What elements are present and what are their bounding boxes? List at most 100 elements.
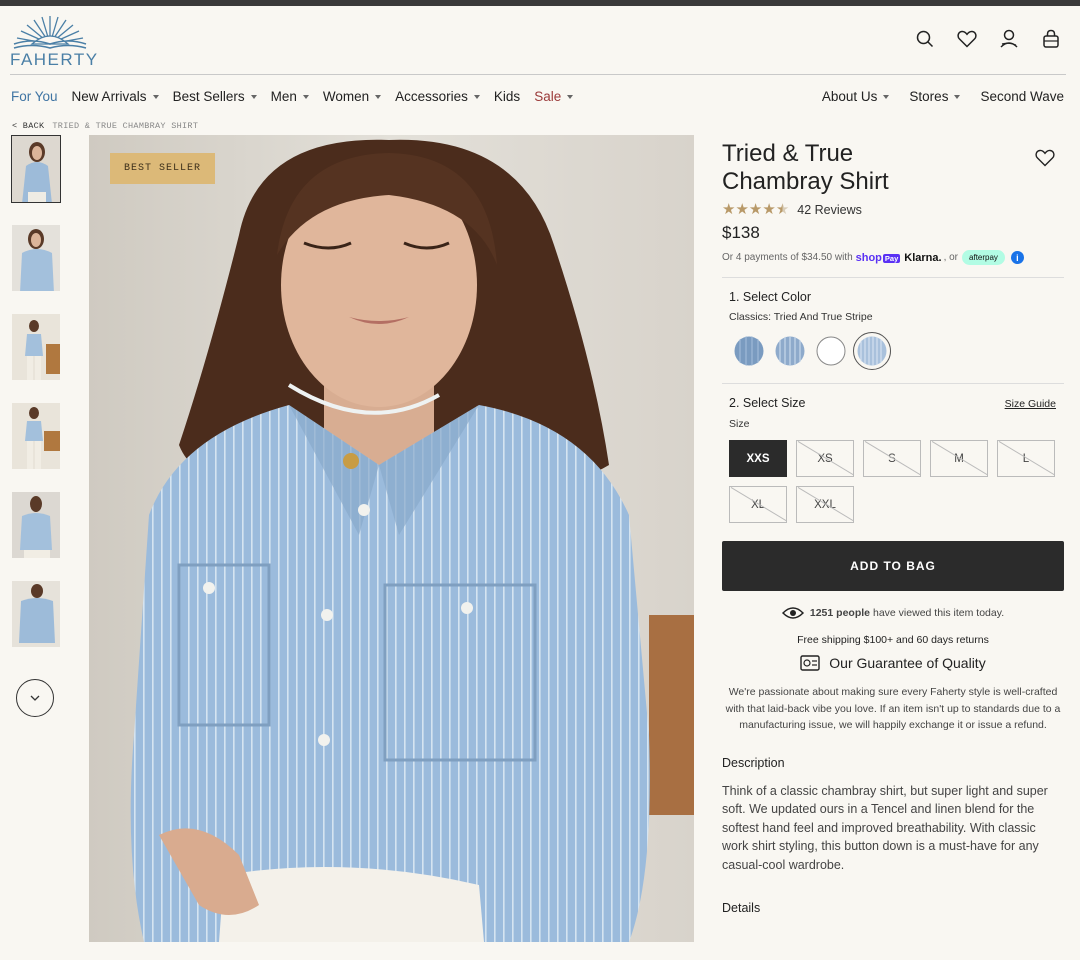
selected-color-name: Classics: Tried And True Stripe <box>729 311 873 323</box>
nav-item-accessories[interactable]: Accessories <box>395 89 480 104</box>
chevron-down-icon <box>473 94 480 99</box>
thumbnail-scroll-down-button[interactable] <box>16 679 54 717</box>
size-options: XXS XS S M L XL XXL <box>729 440 1069 532</box>
shop-pay-badge: Pay <box>882 253 901 263</box>
best-seller-badge: BEST SELLER <box>110 153 216 184</box>
chevron-down-icon <box>883 94 890 99</box>
nav-label: Second Wave <box>980 89 1064 104</box>
color-swatch-1[interactable] <box>734 336 764 366</box>
chevron-down-icon <box>302 94 309 99</box>
guarantee-heading: Our Guarantee of Quality <box>722 654 1064 672</box>
size-option-xxl[interactable]: XXL <box>796 486 854 523</box>
description-heading: Description <box>722 755 785 770</box>
star-icon: ★ <box>762 201 776 218</box>
payments-or: , or <box>943 252 959 263</box>
nav-label: Best Sellers <box>172 89 245 104</box>
size-option-xs[interactable]: XS <box>796 440 854 477</box>
nav-item-women[interactable]: Women <box>322 89 382 104</box>
product-price: $138 <box>722 223 760 242</box>
color-swatch-3[interactable] <box>816 336 846 366</box>
nav-item-kids[interactable]: Kids <box>494 89 520 104</box>
rating-stars: ★ ★ ★ ★ ★ <box>722 202 789 217</box>
color-swatch-2[interactable] <box>775 336 805 366</box>
nav-label: Accessories <box>395 89 468 104</box>
thumbnail-6[interactable] <box>11 580 61 648</box>
details-heading[interactable]: Details <box>722 901 1064 915</box>
nav-item-sale[interactable]: Sale <box>534 89 574 104</box>
header-divider <box>10 74 1066 75</box>
nav-item-about-us[interactable]: About Us <box>822 89 890 104</box>
favorite-heart-icon[interactable] <box>1035 149 1055 172</box>
size-option-xxs[interactable]: XXS <box>729 440 787 477</box>
chevron-down-icon <box>375 94 382 99</box>
main-product-image[interactable]: BEST SELLER <box>89 135 694 942</box>
quality-badge-icon <box>800 655 820 671</box>
browser-top-bar <box>0 0 1080 6</box>
add-to-bag-button[interactable]: ADD TO BAG <box>722 541 1064 591</box>
thumbnail-3[interactable] <box>11 313 61 381</box>
chevron-down-icon <box>30 695 40 701</box>
nav-item-for-you[interactable]: For You <box>11 89 58 104</box>
chevron-down-icon <box>567 94 574 99</box>
nav-item-stores[interactable]: Stores <box>909 89 961 104</box>
chevron-down-icon <box>954 94 961 99</box>
nav-label: Women <box>322 89 370 104</box>
review-count[interactable]: 42 Reviews <box>797 203 862 217</box>
thumbnail-1[interactable] <box>11 135 61 203</box>
nav-item-second-wave[interactable]: Second Wave <box>980 89 1064 104</box>
select-color-label: 1. Select Color <box>729 290 811 304</box>
account-icon[interactable] <box>998 28 1020 50</box>
size-guide-link[interactable]: Size Guide <box>1005 398 1056 410</box>
nav-item-best-sellers[interactable]: Best Sellers <box>173 89 257 104</box>
divider <box>722 383 1064 384</box>
klarna-logo: Klarna. <box>904 251 942 264</box>
nav-label: Men <box>270 89 297 104</box>
back-link[interactable]: < BACK <box>12 121 44 131</box>
eye-icon <box>781 607 804 619</box>
thumbnail-4[interactable] <box>11 402 61 470</box>
main-nav-right: About Us Stores Second Wave <box>802 89 1064 104</box>
nav-label: About Us <box>821 89 878 104</box>
shipping-info: Free shipping $100+ and 60 days returns <box>797 634 989 646</box>
star-icon: ★ <box>735 201 749 218</box>
size-option-m[interactable]: M <box>930 440 988 477</box>
product-info-panel: Tried & True Chambray Shirt ★ ★ ★ ★ ★ 42… <box>722 140 1064 915</box>
nav-item-men[interactable]: Men <box>271 89 309 104</box>
size-option-s[interactable]: S <box>863 440 921 477</box>
size-sublabel: Size <box>729 418 750 430</box>
thumbnail-5[interactable] <box>11 491 61 559</box>
size-option-l[interactable]: L <box>997 440 1055 477</box>
installment-payments: Or 4 payments of $34.50 with shop Pay Kla… <box>722 250 1064 265</box>
sun-logo-icon <box>13 16 87 49</box>
size-header: 2. Select Size Size Guide <box>722 396 1064 410</box>
guarantee-title: Our Guarantee of Quality <box>829 655 986 671</box>
info-icon[interactable]: i <box>1010 251 1024 264</box>
viewed-count: 1251 people <box>809 607 870 619</box>
thumbnail-2[interactable] <box>11 224 61 292</box>
viewed-text: have viewed this item today. <box>873 607 1005 619</box>
header-icons <box>914 28 1062 50</box>
nav-label: For You <box>11 89 58 104</box>
main-nav-left: For You New Arrivals Best Sellers Men Wo… <box>11 89 587 104</box>
select-size-label: 2. Select Size <box>729 396 806 410</box>
size-option-xl[interactable]: XL <box>729 486 787 523</box>
wishlist-heart-icon[interactable] <box>956 28 978 50</box>
breadcrumb: < BACK TRIED & TRUE CHAMBRAY SHIRT <box>12 121 198 131</box>
nav-item-new-arrivals[interactable]: New Arrivals <box>72 89 159 104</box>
shop-pay-text: shop <box>855 251 882 264</box>
viewed-notice: 1251 people have viewed this item today. <box>722 606 1064 620</box>
thumbnail-list <box>11 135 63 669</box>
bag-icon[interactable] <box>1040 28 1062 50</box>
product-photo <box>89 135 694 942</box>
half-star-icon: ★ <box>775 201 790 218</box>
faherty-logo[interactable]: FAHERTY <box>10 14 97 69</box>
product-title: Tried & True Chambray Shirt <box>722 140 889 195</box>
product-rating[interactable]: ★ ★ ★ ★ ★ 42 Reviews <box>722 202 1064 217</box>
guarantee-text: We're passionate about making sure every… <box>725 686 1061 731</box>
search-icon[interactable] <box>914 28 936 50</box>
nav-label: Sale <box>534 89 562 104</box>
chevron-down-icon <box>250 94 257 99</box>
color-swatch-4-selected[interactable] <box>853 332 891 370</box>
chevron-down-icon <box>152 94 159 99</box>
breadcrumb-current: TRIED & TRUE CHAMBRAY SHIRT <box>52 121 199 131</box>
